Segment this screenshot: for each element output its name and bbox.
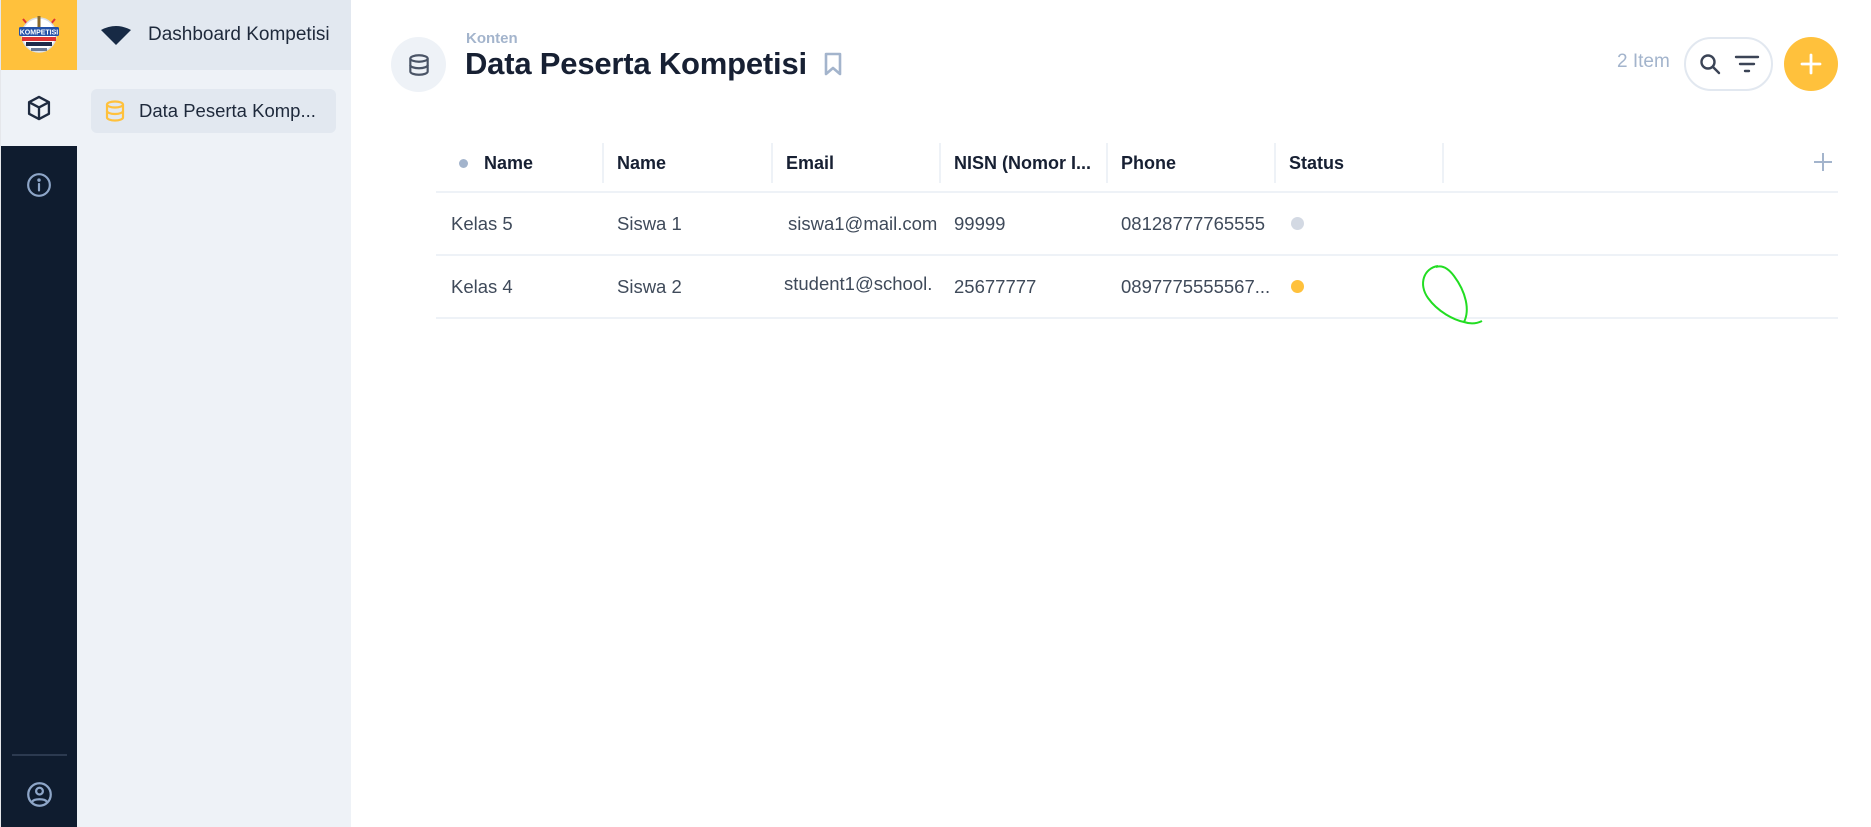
rail-divider bbox=[12, 754, 67, 756]
table-header: Name Name Email NISN (Nomor I... Phone S… bbox=[436, 143, 1838, 193]
page-title-text: Data Peserta Kompetisi bbox=[465, 46, 807, 81]
cell-status bbox=[1274, 193, 1474, 254]
search-button[interactable] bbox=[1698, 52, 1722, 76]
column-header-spacer bbox=[1442, 143, 1642, 183]
sidebar-item-label: Dashboard Kompetisi bbox=[148, 24, 330, 45]
table-row[interactable]: Kelas 5 Siswa 1 siswa1@mail.com 99999 08… bbox=[436, 193, 1838, 256]
svg-text:KOMPETISI: KOMPETISI bbox=[20, 30, 59, 37]
breadcrumb: Konten bbox=[466, 30, 518, 47]
app-rail: KOMPETISI bbox=[0, 0, 77, 827]
collection-icon-badge bbox=[391, 37, 446, 92]
content-sidebar: Dashboard Kompetisi Data Peserta Komp... bbox=[77, 0, 351, 827]
plus-icon bbox=[1800, 53, 1822, 75]
cube-icon bbox=[27, 95, 51, 121]
database-icon bbox=[408, 53, 429, 76]
rail-item-user[interactable] bbox=[1, 766, 77, 822]
rail-item-info[interactable] bbox=[1, 157, 77, 213]
column-label: Phone bbox=[1121, 152, 1177, 173]
sidebar-item-label: Data Peserta Komp... bbox=[139, 100, 316, 121]
add-column-button[interactable] bbox=[1810, 149, 1836, 175]
filter-button[interactable] bbox=[1734, 53, 1760, 75]
filter-icon bbox=[1734, 55, 1759, 73]
search-icon bbox=[1699, 54, 1720, 75]
column-label: Name bbox=[617, 152, 667, 173]
column-label: Name bbox=[484, 152, 534, 173]
app-logo[interactable]: KOMPETISI bbox=[1, 0, 77, 70]
column-label: Status bbox=[1289, 152, 1345, 173]
kompetisi-logo-icon: KOMPETISI bbox=[19, 16, 59, 53]
column-label: NISN (Nomor I... bbox=[954, 152, 1092, 173]
sidebar-item-data-peserta[interactable]: Data Peserta Komp... bbox=[91, 89, 336, 133]
add-item-button[interactable] bbox=[1784, 37, 1838, 91]
user-circle-icon bbox=[26, 781, 52, 807]
table-row[interactable]: Kelas 4 Siswa 2 student1@school. 2567777… bbox=[436, 256, 1838, 319]
status-indicator bbox=[1291, 217, 1304, 230]
database-icon bbox=[105, 100, 125, 122]
item-count: 2 Item bbox=[1617, 51, 1670, 72]
cell-status bbox=[1274, 256, 1474, 317]
data-table: Name Name Email NISN (Nomor I... Phone S… bbox=[436, 143, 1838, 319]
info-icon bbox=[27, 173, 51, 197]
page-title: Data Peserta Kompetisi bbox=[465, 46, 843, 82]
status-indicator bbox=[1291, 280, 1304, 293]
rail-item-content[interactable] bbox=[1, 70, 77, 146]
sidebar-item-dashboard[interactable]: Dashboard Kompetisi bbox=[77, 0, 351, 70]
search-filter-group bbox=[1684, 37, 1773, 91]
bookmark-button[interactable] bbox=[823, 51, 843, 77]
plus-icon bbox=[1814, 153, 1832, 171]
dashboard-wedge-icon bbox=[101, 26, 131, 45]
bookmark-icon bbox=[824, 52, 842, 76]
primary-field-dot bbox=[459, 158, 468, 168]
column-label: Email bbox=[786, 152, 835, 173]
